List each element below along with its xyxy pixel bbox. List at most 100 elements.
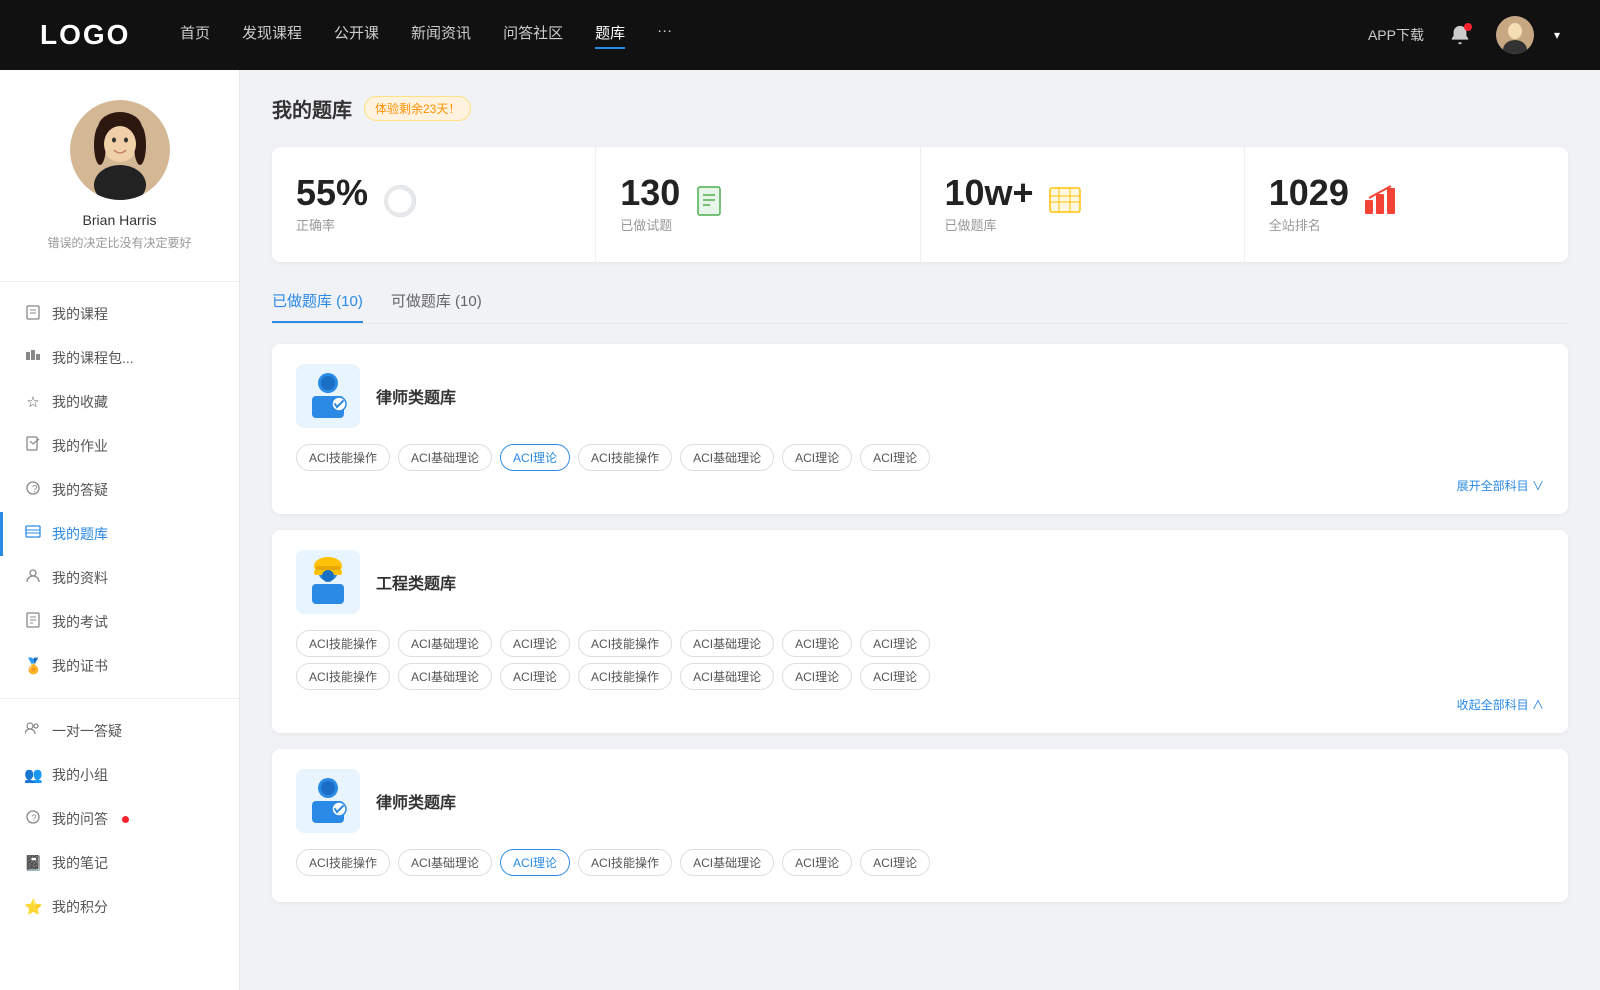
- sidebar-divider-2: [0, 698, 239, 699]
- sidebar-item-qbank-label: 我的题库: [52, 524, 108, 544]
- tag-1-0[interactable]: ACI技能操作: [296, 444, 390, 471]
- qbank-header-1: 律师类题库: [296, 364, 1544, 428]
- avatar-image: [70, 100, 170, 200]
- tag-2-3[interactable]: ACI技能操作: [578, 630, 672, 657]
- cert-icon: 🏅: [24, 657, 42, 675]
- sidebar-item-exam[interactable]: 我的考试: [0, 600, 239, 644]
- tag-2-1[interactable]: ACI基础理论: [398, 630, 492, 657]
- qbank-card-lawyer-2: 律师类题库 ACI技能操作 ACI基础理论 ACI理论 ACI技能操作 ACI基…: [272, 749, 1568, 902]
- qbank-card-lawyer-1: 律师类题库 ACI技能操作 ACI基础理论 ACI理论 ACI技能操作 ACI基…: [272, 344, 1568, 514]
- stat-rank-text: 1029 全站排名: [1269, 175, 1349, 234]
- question-icon: ?: [24, 809, 42, 829]
- tag-3-5[interactable]: ACI理论: [782, 849, 852, 876]
- nav-news[interactable]: 新闻资讯: [411, 22, 471, 49]
- tag-2-0[interactable]: ACI技能操作: [296, 630, 390, 657]
- tab-available[interactable]: 可做题库 (10): [391, 290, 482, 323]
- tag-2-4[interactable]: ACI基础理论: [680, 630, 774, 657]
- tag-2-2[interactable]: ACI理论: [500, 630, 570, 657]
- expand-btn-1[interactable]: 展开全部科目 ∨: [296, 477, 1544, 494]
- qbank-title-2: 工程类题库: [376, 570, 456, 594]
- sidebar-item-profile-label: 我的资料: [52, 568, 108, 588]
- user-avatar[interactable]: [1496, 16, 1534, 54]
- tag-2b-2[interactable]: ACI理论: [500, 663, 570, 690]
- nav-qa[interactable]: 问答社区: [503, 22, 563, 49]
- sidebar-item-group[interactable]: 👥 我的小组: [0, 753, 239, 797]
- tag-2b-0[interactable]: ACI技能操作: [296, 663, 390, 690]
- stat-rank: 1029 全站排名: [1245, 147, 1568, 262]
- engineer-icon: [304, 556, 352, 608]
- tag-1-1[interactable]: ACI基础理论: [398, 444, 492, 471]
- tags-row-1: ACI技能操作 ACI基础理论 ACI理论 ACI技能操作 ACI基础理论 AC…: [296, 444, 1544, 471]
- sidebar-item-notes[interactable]: 📓 我的笔记: [0, 841, 239, 885]
- sidebar-item-homework[interactable]: 我的作业: [0, 424, 239, 468]
- 1on1-icon: [24, 721, 42, 741]
- sidebar-item-my-course[interactable]: 我的课程: [0, 292, 239, 336]
- tag-1-6[interactable]: ACI理论: [860, 444, 930, 471]
- sidebar-item-qbank[interactable]: 我的题库: [0, 512, 239, 556]
- sidebar-item-favorites[interactable]: ☆ 我的收藏: [0, 380, 239, 424]
- sidebar-item-1on1[interactable]: 一对一答疑: [0, 709, 239, 753]
- qbank-header-3: 律师类题库: [296, 769, 1544, 833]
- accuracy-icon: [382, 183, 418, 226]
- tag-2-6[interactable]: ACI理论: [860, 630, 930, 657]
- rank-icon: [1363, 184, 1397, 225]
- sidebar-item-points[interactable]: ⭐ 我的积分: [0, 885, 239, 929]
- course-pkg-icon: [24, 348, 42, 368]
- sidebar-item-question-label: 我的问答: [52, 809, 108, 829]
- avatar-dropdown-icon[interactable]: ▾: [1554, 28, 1560, 42]
- profile-icon: [24, 568, 42, 588]
- tag-3-4[interactable]: ACI基础理论: [680, 849, 774, 876]
- tag-2b-3[interactable]: ACI技能操作: [578, 663, 672, 690]
- stat-done-banks-text: 10w+ 已做题库: [945, 175, 1034, 234]
- qbank-card-engineer: 工程类题库 ACI技能操作 ACI基础理论 ACI理论 ACI技能操作 ACI基…: [272, 530, 1568, 733]
- tag-1-2[interactable]: ACI理论: [500, 444, 570, 471]
- sidebar: Brian Harris 错误的决定比没有决定要好 我的课程 我的课程包... …: [0, 70, 240, 990]
- nav-home[interactable]: 首页: [180, 22, 210, 49]
- notification-bell[interactable]: [1444, 19, 1476, 51]
- qa-icon: ?: [24, 480, 42, 500]
- star-icon: ☆: [24, 393, 42, 411]
- tag-2b-6[interactable]: ACI理论: [860, 663, 930, 690]
- stat-accuracy: 55% 正确率: [272, 147, 596, 262]
- sidebar-item-course-pkg[interactable]: 我的课程包...: [0, 336, 239, 380]
- sidebar-item-points-label: 我的积分: [52, 897, 108, 917]
- trial-badge: 体验剩余23天！: [364, 96, 471, 121]
- tag-3-2[interactable]: ACI理论: [500, 849, 570, 876]
- sidebar-item-profile[interactable]: 我的资料: [0, 556, 239, 600]
- tab-done[interactable]: 已做题库 (10): [272, 290, 363, 323]
- sidebar-item-homework-label: 我的作业: [52, 436, 108, 456]
- tag-1-4[interactable]: ACI基础理论: [680, 444, 774, 471]
- tag-2-5[interactable]: ACI理论: [782, 630, 852, 657]
- tag-1-5[interactable]: ACI理论: [782, 444, 852, 471]
- sidebar-item-cert[interactable]: 🏅 我的证书: [0, 644, 239, 688]
- qbank-icon-wrap-2: [296, 550, 360, 614]
- tag-2b-1[interactable]: ACI基础理论: [398, 663, 492, 690]
- question-notification-dot: [122, 816, 129, 823]
- tag-2b-5[interactable]: ACI理论: [782, 663, 852, 690]
- collapse-btn-2[interactable]: 收起全部科目 ∧: [296, 696, 1544, 713]
- tag-1-3[interactable]: ACI技能操作: [578, 444, 672, 471]
- nav-qbank[interactable]: 题库: [595, 22, 625, 49]
- nav-more[interactable]: ···: [657, 22, 672, 49]
- stat-done-questions: 130 已做试题: [596, 147, 920, 262]
- stat-done-banks: 10w+ 已做题库: [921, 147, 1245, 262]
- sidebar-item-cert-label: 我的证书: [52, 656, 108, 676]
- sidebar-item-question[interactable]: ? 我的问答: [0, 797, 239, 841]
- app-download-btn[interactable]: APP下载: [1368, 25, 1424, 45]
- tag-3-6[interactable]: ACI理论: [860, 849, 930, 876]
- nav-right: APP下载 ▾: [1368, 16, 1560, 54]
- nav-open-course[interactable]: 公开课: [334, 22, 379, 49]
- homework-icon: [24, 436, 42, 456]
- tag-3-1[interactable]: ACI基础理论: [398, 849, 492, 876]
- sidebar-item-1on1-label: 一对一答疑: [52, 721, 122, 741]
- tag-2b-4[interactable]: ACI基础理论: [680, 663, 774, 690]
- done-banks-icon: [1048, 184, 1082, 225]
- qbank-icon: [24, 524, 42, 544]
- nav-discover[interactable]: 发现课程: [242, 22, 302, 49]
- sidebar-item-qa-answer[interactable]: ? 我的答疑: [0, 468, 239, 512]
- tag-3-3[interactable]: ACI技能操作: [578, 849, 672, 876]
- sidebar-avatar: [70, 100, 170, 200]
- sidebar-item-notes-label: 我的笔记: [52, 853, 108, 873]
- points-icon: ⭐: [24, 898, 42, 916]
- tag-3-0[interactable]: ACI技能操作: [296, 849, 390, 876]
